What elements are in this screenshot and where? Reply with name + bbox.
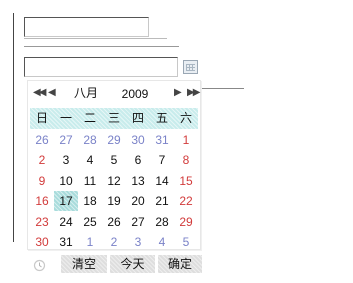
day-cell-selected[interactable]: 17 xyxy=(54,191,78,212)
day-cell[interactable]: 30 xyxy=(30,232,54,252)
today-button[interactable]: 今天 xyxy=(110,255,155,273)
calendar-grid-glyph xyxy=(186,64,195,71)
day-cell[interactable]: 26 xyxy=(30,130,54,150)
week-row: 30 31 1 2 3 4 5 xyxy=(30,232,198,252)
weekday-sat: 六 xyxy=(179,111,192,125)
day-cell[interactable]: 10 xyxy=(54,171,78,191)
day-cell[interactable]: 6 xyxy=(126,150,150,170)
input-1-underline xyxy=(24,38,167,39)
day-cell[interactable]: 30 xyxy=(126,130,150,150)
weekday-mon: 一 xyxy=(59,111,72,125)
weekday-fri: 五 xyxy=(155,111,168,125)
month-selector[interactable]: 八月 xyxy=(68,85,104,101)
day-cell[interactable]: 27 xyxy=(54,130,78,150)
day-cell[interactable]: 22 xyxy=(174,191,198,211)
clear-button[interactable]: 清空 xyxy=(61,255,107,273)
next-month-icon[interactable]: ▶ xyxy=(174,87,182,99)
day-cell[interactable]: 2 xyxy=(102,232,126,252)
date-picker-header: ◀◀ ◀ 八月 2009 ▶ ▶▶ xyxy=(28,82,202,104)
confirm-button[interactable]: 确定 xyxy=(158,255,202,273)
day-cell[interactable]: 31 xyxy=(54,232,78,252)
day-cell[interactable]: 28 xyxy=(78,130,102,150)
day-cell[interactable]: 4 xyxy=(150,232,174,252)
weekday-sun: 日 xyxy=(35,111,48,125)
calendar-icon[interactable] xyxy=(183,60,198,74)
day-cell[interactable]: 15 xyxy=(174,171,198,191)
day-cell[interactable]: 29 xyxy=(102,130,126,150)
day-cell[interactable]: 1 xyxy=(174,130,198,150)
prev-year-icon[interactable]: ◀◀ xyxy=(33,87,46,99)
week-row: 9 10 11 12 13 14 15 xyxy=(30,171,198,191)
weekday-thu: 四 xyxy=(131,111,144,125)
day-cell[interactable]: 23 xyxy=(30,212,54,232)
date-input[interactable] xyxy=(24,57,178,77)
horizontal-rule xyxy=(24,46,179,47)
day-cell[interactable]: 20 xyxy=(126,191,150,211)
week-row: 26 27 28 29 30 31 1 xyxy=(30,130,198,150)
prev-month-icon[interactable]: ◀ xyxy=(48,87,56,99)
next-year-icon[interactable]: ▶▶ xyxy=(187,87,200,99)
day-cell[interactable]: 3 xyxy=(126,232,150,252)
day-cell[interactable]: 26 xyxy=(102,212,126,232)
day-cell[interactable]: 8 xyxy=(174,150,198,170)
day-cell[interactable]: 18 xyxy=(78,191,102,211)
day-cell[interactable]: 24 xyxy=(54,212,78,232)
date-picker-footer: 清空 今天 确定 xyxy=(28,254,202,274)
day-cell[interactable]: 27 xyxy=(126,212,150,232)
day-cell[interactable]: 5 xyxy=(102,150,126,170)
day-grid: 26 27 28 29 30 31 1 2 3 4 5 6 7 8 9 10 1… xyxy=(30,130,198,252)
weekday-wed: 三 xyxy=(107,111,120,125)
day-cell[interactable]: 2 xyxy=(30,150,54,170)
text-input-1[interactable] xyxy=(24,17,149,37)
day-cell[interactable]: 12 xyxy=(102,171,126,191)
weekday-tue: 二 xyxy=(83,111,96,125)
week-row: 2 3 4 5 6 7 8 xyxy=(30,150,198,170)
page: ◀◀ ◀ 八月 2009 ▶ ▶▶ 日 一 二 三 四 五 六 26 27 28… xyxy=(0,0,353,283)
day-cell[interactable]: 29 xyxy=(174,212,198,232)
clock-icon xyxy=(33,257,46,272)
vertical-divider xyxy=(13,13,14,242)
day-cell[interactable]: 1 xyxy=(78,232,102,252)
day-cell[interactable]: 3 xyxy=(54,150,78,170)
date-picker-popup: ◀◀ ◀ 八月 2009 ▶ ▶▶ 日 一 二 三 四 五 六 26 27 28… xyxy=(27,80,202,273)
day-cell[interactable]: 11 xyxy=(78,171,102,191)
day-cell[interactable]: 19 xyxy=(102,191,126,211)
weekday-header-row: 日 一 二 三 四 五 六 xyxy=(30,108,198,129)
day-cell[interactable]: 9 xyxy=(30,171,54,191)
week-row: 23 24 25 26 27 28 29 xyxy=(30,212,198,232)
year-selector[interactable]: 2009 xyxy=(113,86,157,102)
day-cell[interactable]: 21 xyxy=(150,191,174,211)
day-cell[interactable]: 25 xyxy=(78,212,102,232)
day-cell[interactable]: 28 xyxy=(150,212,174,232)
day-cell[interactable]: 7 xyxy=(150,150,174,170)
day-cell[interactable]: 4 xyxy=(78,150,102,170)
day-cell[interactable]: 5 xyxy=(174,232,198,252)
week-row: 16 17 18 19 20 21 22 xyxy=(30,191,198,212)
day-cell[interactable]: 14 xyxy=(150,171,174,191)
day-cell[interactable]: 31 xyxy=(150,130,174,150)
day-cell[interactable]: 13 xyxy=(126,171,150,191)
day-cell[interactable]: 16 xyxy=(30,191,54,211)
